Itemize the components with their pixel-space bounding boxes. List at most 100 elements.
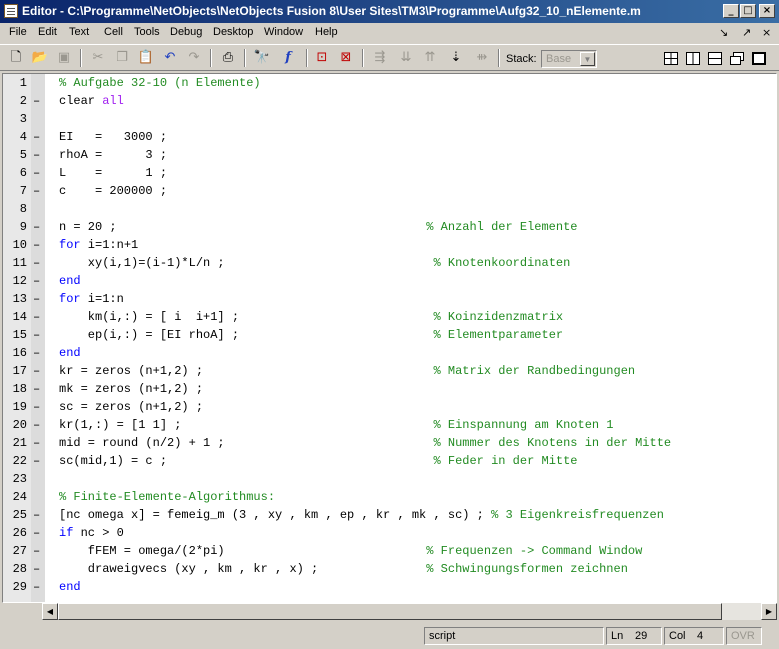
paste-icon[interactable]: 📋	[136, 49, 156, 67]
code-text[interactable]: n = 20 ; % Anzahl der Elemente	[59, 218, 578, 236]
stack-select[interactable]: Base ▼	[541, 50, 597, 68]
code-line[interactable]: 12– end	[3, 272, 763, 290]
executable-marker[interactable]: –	[33, 146, 41, 164]
code-text[interactable]: sc(mid,1) = c ; % Feder in der Mitte	[59, 452, 578, 470]
code-text[interactable]: end	[59, 578, 81, 596]
horizontal-scrollbar[interactable]: ◀ ▶	[42, 603, 777, 620]
code-line[interactable]: 14– km(i,:) = [ i i+1] ; % Koinzidenzmat…	[3, 308, 763, 326]
code-text[interactable]: km(i,:) = [ i i+1] ; % Koinzidenzmatrix	[59, 308, 563, 326]
close-button[interactable]: ×	[759, 4, 775, 18]
menu-file[interactable]: File	[9, 26, 27, 38]
editor-app-icon[interactable]	[4, 4, 18, 18]
code-line[interactable]: 9– n = 20 ; % Anzahl der Elemente	[3, 218, 763, 236]
continue-icon[interactable]: ⇣	[446, 49, 466, 67]
code-line[interactable]: 22– sc(mid,1) = c ; % Feder in der Mitte	[3, 452, 763, 470]
code-line[interactable]: 23	[3, 470, 763, 488]
step-icon[interactable]: ⇶	[370, 49, 390, 67]
code-text[interactable]: EI = 3000 ;	[59, 128, 167, 146]
executable-marker[interactable]: –	[33, 290, 41, 308]
set-breakpoint-icon[interactable]: ⊡	[312, 49, 332, 67]
save-icon[interactable]: ▣	[54, 49, 74, 67]
executable-marker[interactable]: –	[33, 254, 41, 272]
code-text[interactable]: end	[59, 344, 81, 362]
executable-marker[interactable]: –	[33, 380, 41, 398]
code-text[interactable]: c = 200000 ;	[59, 182, 167, 200]
code-text[interactable]: [nc omega x] = femeig_m (3 , xy , km , e…	[59, 506, 664, 524]
print-icon[interactable]: ⎙	[218, 49, 238, 67]
code-line[interactable]: 6– L = 1 ;	[3, 164, 763, 182]
code-line[interactable]: 7– c = 200000 ;	[3, 182, 763, 200]
executable-marker[interactable]: –	[33, 272, 41, 290]
code-line[interactable]: 25– [nc omega x] = femeig_m (3 , xy , km …	[3, 506, 763, 524]
menu-window[interactable]: Window	[264, 26, 303, 38]
code-text[interactable]: clear all	[59, 92, 124, 110]
menu-help[interactable]: Help	[315, 26, 338, 38]
step-out-icon[interactable]: ⇈	[420, 49, 440, 67]
executable-marker[interactable]: –	[33, 578, 41, 596]
menu-cell[interactable]: Cell	[104, 26, 123, 38]
menu-tools[interactable]: Tools	[134, 26, 160, 38]
executable-marker[interactable]: –	[33, 344, 41, 362]
code-text[interactable]: for i=1:n	[59, 290, 124, 308]
code-line[interactable]: 29– end	[3, 578, 763, 596]
code-text[interactable]: kr = zeros (n+1,2) ; % Matrix der Randbe…	[59, 362, 635, 380]
function-icon[interactable]: f	[278, 49, 298, 67]
executable-marker[interactable]: –	[33, 128, 41, 146]
tile-horizontal-icon[interactable]	[708, 52, 722, 65]
code-line[interactable]: 13– for i=1:n	[3, 290, 763, 308]
code-line[interactable]: 5– rhoA = 3 ;	[3, 146, 763, 164]
code-line[interactable]: 19– sc = zeros (n+1,2) ;	[3, 398, 763, 416]
code-text[interactable]: rhoA = 3 ;	[59, 146, 167, 164]
code-text[interactable]: ep(i,:) = [EI rhoA] ; % Elementparameter	[59, 326, 563, 344]
code-line[interactable]: 27– fFEM = omega/(2*pi) % Frequenzen -> …	[3, 542, 763, 560]
tile-vertical-icon[interactable]	[686, 52, 700, 65]
menu-desktop[interactable]: Desktop	[213, 26, 253, 38]
code-text[interactable]: xy(i,1)=(i-1)*L/n ; % Knotenkoordinaten	[59, 254, 571, 272]
scroll-left-icon[interactable]: ◀	[42, 603, 58, 620]
code-text[interactable]: for i=1:n+1	[59, 236, 138, 254]
minimize-button[interactable]: _	[723, 4, 739, 18]
executable-marker[interactable]: –	[33, 506, 41, 524]
executable-marker[interactable]: –	[33, 452, 41, 470]
code-text[interactable]: % Finite-Elemente-Algorithmus:	[59, 488, 275, 506]
code-line[interactable]: 2– clear all	[3, 92, 763, 110]
chevron-down-icon[interactable]: ▼	[580, 52, 595, 66]
undock-icon[interactable]: ↗	[742, 26, 751, 39]
executable-marker[interactable]: –	[33, 362, 41, 380]
code-text[interactable]: draweigvecs (xy , km , kr , x) ; % Schwi…	[59, 560, 628, 578]
scroll-thumb[interactable]	[58, 603, 722, 620]
code-line[interactable]: 17– kr = zeros (n+1,2) ; % Matrix der Ran…	[3, 362, 763, 380]
float-window-icon[interactable]	[730, 52, 744, 65]
executable-marker[interactable]: –	[33, 182, 41, 200]
executable-marker[interactable]: –	[33, 218, 41, 236]
code-line[interactable]: 16– end	[3, 344, 763, 362]
maximize-button[interactable]: □	[740, 4, 756, 18]
code-text[interactable]: fFEM = omega/(2*pi) % Frequenzen -> Comm…	[59, 542, 643, 560]
executable-marker[interactable]: –	[33, 308, 41, 326]
tile-grid-icon[interactable]	[664, 52, 678, 65]
code-text[interactable]: sc = zeros (n+1,2) ;	[59, 398, 203, 416]
executable-marker[interactable]: –	[33, 398, 41, 416]
code-line[interactable]: 24 % Finite-Elemente-Algorithmus:	[3, 488, 763, 506]
executable-marker[interactable]: –	[33, 524, 41, 542]
menu-text[interactable]: Text	[69, 26, 89, 38]
redo-icon[interactable]: ↷	[184, 49, 204, 67]
menu-edit[interactable]: Edit	[38, 26, 57, 38]
executable-marker[interactable]: –	[33, 434, 41, 452]
code-text[interactable]: L = 1 ;	[59, 164, 167, 182]
new-file-icon[interactable]: 🗋	[6, 49, 26, 67]
cut-icon[interactable]: ✂	[88, 49, 108, 67]
executable-marker[interactable]: –	[33, 236, 41, 254]
code-line[interactable]: 3	[3, 110, 763, 128]
code-line[interactable]: 20– kr(1,:) = [1 1] ; % Einspannung am Kn…	[3, 416, 763, 434]
code-line[interactable]: 11– xy(i,1)=(i-1)*L/n ; % Knotenkoordina…	[3, 254, 763, 272]
menu-debug[interactable]: Debug	[170, 26, 202, 38]
undo-icon[interactable]: ↶	[160, 49, 180, 67]
find-icon[interactable]: 🔭	[252, 49, 272, 67]
maximize-doc-icon[interactable]	[752, 52, 766, 65]
code-line[interactable]: 8	[3, 200, 763, 218]
code-text[interactable]: % Aufgabe 32-10 (n Elemente)	[59, 74, 261, 92]
executable-marker[interactable]: –	[33, 560, 41, 578]
code-line[interactable]: 18– mk = zeros (n+1,2) ;	[3, 380, 763, 398]
executable-marker[interactable]: –	[33, 326, 41, 344]
